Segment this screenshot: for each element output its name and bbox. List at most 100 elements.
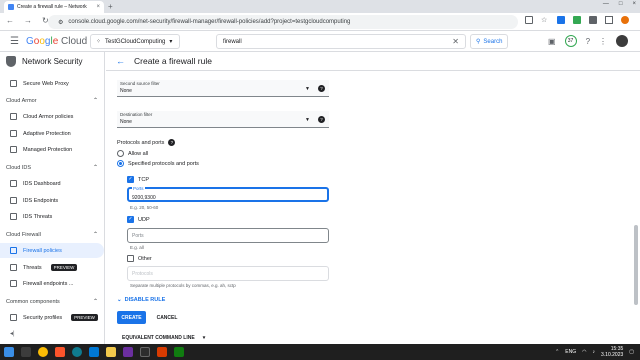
vscode-icon[interactable]	[89, 347, 99, 357]
second-source-filter-select[interactable]: Second source filter None ▼ ?	[117, 80, 329, 97]
checkbox-box[interactable]: ✓	[127, 176, 134, 183]
extension-icon[interactable]	[573, 16, 581, 24]
project-icon: ⁘	[96, 39, 102, 45]
sidebar-section-cloud-firewall[interactable]: Cloud Firewall ⌃	[0, 231, 104, 239]
chevron-up-icon: ⌃	[92, 299, 98, 305]
clear-search-icon[interactable]: ✕	[452, 37, 459, 46]
sidebar-section-cloud-armor[interactable]: Cloud Armor ⌃	[0, 97, 104, 105]
scrollbar[interactable]	[634, 225, 638, 305]
settings-more-icon[interactable]: ⋮	[599, 37, 607, 46]
destination-filter-select[interactable]: Destination filter None ▼ ?	[117, 111, 329, 128]
udp-ports-input[interactable]: Ports	[127, 228, 329, 243]
create-button[interactable]: CREATE	[117, 311, 146, 324]
sidebar-item-threats[interactable]: Threats PREVIEW	[0, 260, 104, 275]
checkbox-box[interactable]: ✓	[127, 216, 134, 223]
notifications-badge[interactable]: 37	[564, 35, 577, 47]
sidebar-item-firewall-policies[interactable]: Firewall policies	[0, 243, 104, 258]
sidebar-item-cloud-armor-policies[interactable]: Cloud Armor policies	[0, 109, 104, 124]
main-menu-icon[interactable]: ☰	[10, 36, 19, 47]
url-input[interactable]: ⚙ console.cloud.google.com/net-security/…	[48, 15, 518, 29]
sidebar-item-managed-protection[interactable]: Managed Protection	[0, 142, 104, 157]
udp-checkbox[interactable]: ✓ UDP	[127, 216, 150, 223]
puzzle-icon[interactable]	[589, 16, 597, 24]
windows-start-icon[interactable]	[4, 347, 14, 357]
volume-icon[interactable]: ♪	[593, 349, 596, 355]
notification-icon[interactable]: ▢	[629, 349, 634, 355]
sidebar-section-common-components[interactable]: Common components ⌃	[0, 298, 104, 306]
brave-icon[interactable]	[55, 347, 65, 357]
forward-icon[interactable]: →	[24, 16, 32, 25]
help-icon[interactable]: ?	[586, 37, 590, 46]
other-checkbox[interactable]: Other	[127, 255, 152, 262]
wifi-icon[interactable]: ◠	[582, 349, 586, 355]
google-cloud-logo[interactable]: Google Cloud	[26, 36, 87, 47]
cancel-button[interactable]: CANCEL	[154, 311, 180, 324]
sidebar-item-label: Secure Web Proxy	[23, 80, 69, 87]
help-icon[interactable]: ?	[318, 116, 325, 123]
profile-icon[interactable]	[621, 16, 629, 24]
radio-circle[interactable]	[117, 160, 124, 167]
sidebar-item-ids-threats[interactable]: IDS Threats	[0, 209, 104, 224]
search-icon[interactable]	[21, 347, 31, 357]
back-arrow-icon[interactable]: ←	[116, 56, 125, 66]
sidebar-item-firewall-endpoints[interactable]: Firewall endpoints ...	[0, 276, 104, 291]
sidebar-icon[interactable]	[605, 16, 613, 24]
help-icon[interactable]: ?	[168, 139, 176, 146]
disable-rule-toggle[interactable]: ⌄ DISABLE RULE	[117, 297, 165, 303]
allow-all-radio[interactable]: Allow all	[117, 150, 148, 157]
chrome-icon[interactable]	[38, 347, 48, 357]
language-indicator[interactable]: ENG	[565, 349, 576, 355]
share-icon[interactable]	[525, 16, 533, 24]
bookmark-star-icon[interactable]: ☆	[541, 16, 549, 24]
sidebar-item-secure-web-proxy[interactable]: Secure Web Proxy	[0, 76, 104, 91]
sidebar-item-label: Managed Protection	[23, 146, 73, 153]
tcp-ports-input[interactable]: Ports 9200,9300	[127, 186, 329, 202]
checkbox-box[interactable]	[127, 255, 134, 262]
field-value: None	[120, 88, 132, 94]
checkbox-label: Other	[138, 255, 152, 262]
sidebar-section-cloud-ids[interactable]: Cloud IDS ⌃	[0, 164, 104, 172]
avatar[interactable]	[616, 35, 629, 47]
radio-circle[interactable]	[117, 150, 124, 157]
field-value: None	[120, 119, 132, 125]
file-explorer-icon[interactable]	[106, 347, 116, 357]
help-icon[interactable]: ?	[318, 85, 325, 92]
disable-rule-label: DISABLE RULE	[124, 297, 166, 303]
extension-icon[interactable]	[557, 16, 565, 24]
app-icon[interactable]	[174, 347, 184, 357]
minimize-button[interactable]: —	[603, 1, 609, 7]
site-info-icon[interactable]: ⚙	[58, 19, 63, 26]
close-window-button[interactable]: ×	[632, 1, 636, 7]
tab-close-icon[interactable]: ×	[96, 4, 100, 10]
tcp-checkbox[interactable]: ✓ TCP	[127, 176, 149, 183]
other-protocols-input[interactable]: Protocols	[127, 266, 329, 281]
sidebar-item-label: Firewall endpoints ...	[23, 280, 74, 287]
threats-icon	[10, 264, 17, 271]
collapse-sidebar-icon[interactable]: ◂|	[10, 330, 15, 337]
back-icon[interactable]: ←	[6, 16, 14, 25]
project-selector[interactable]: ⁘ TestGCloudComputing ▾	[90, 34, 180, 49]
dropdown-arrow-icon: ▼	[305, 117, 310, 123]
terminal-icon[interactable]	[140, 347, 150, 357]
tray-chevron-icon[interactable]: ⌃	[555, 349, 559, 355]
search-input[interactable]: firewall ✕	[216, 34, 466, 49]
preview-badge: PREVIEW	[50, 264, 78, 271]
clock[interactable]: 15:35 3.10.2023	[601, 346, 623, 358]
policy-icon	[10, 113, 17, 120]
app-icon[interactable]	[123, 347, 133, 357]
page-title: Create a firewall rule	[134, 56, 212, 66]
other-hint: Separate multiple protocols by commas, e…	[130, 283, 236, 288]
search-button[interactable]: ⚲ Search	[470, 34, 508, 49]
edge-icon[interactable]	[72, 347, 82, 357]
sidebar-item-adaptive-protection[interactable]: Adaptive Protection	[0, 126, 104, 141]
cloud-shell-icon[interactable]: ▣	[548, 37, 556, 46]
equivalent-command-line-toggle[interactable]: EQUIVALENT COMMAND LINE ▾	[122, 335, 205, 341]
maximize-button[interactable]: □	[619, 1, 623, 7]
sidebar-item-ids-dashboard[interactable]: IDS Dashboard	[0, 176, 104, 191]
new-tab-button[interactable]: +	[108, 2, 113, 11]
sidebar-item-ids-endpoints[interactable]: IDS Endpoints	[0, 193, 104, 208]
app-icon[interactable]	[157, 347, 167, 357]
sidebar-item-security-profiles[interactable]: Security profiles PREVIEW	[0, 310, 104, 325]
specified-protocols-radio[interactable]: Specified protocols and ports	[117, 160, 199, 167]
browser-tab[interactable]: Create a firewall rule – Network ×	[4, 1, 104, 13]
